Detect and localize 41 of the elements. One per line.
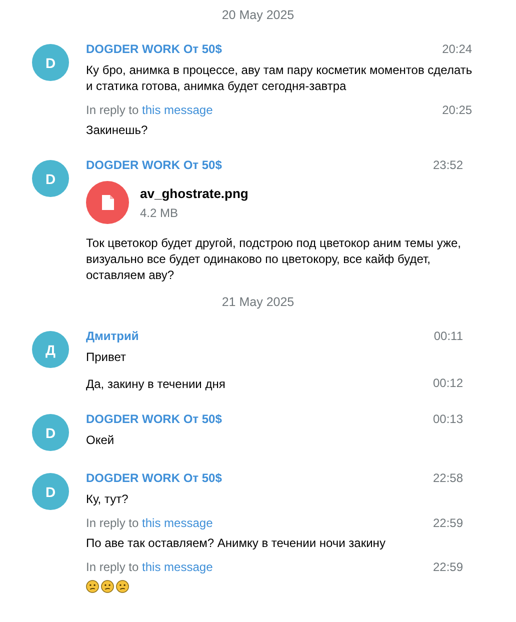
message-time: 20:25: [442, 103, 472, 117]
confused-face-icon: [101, 580, 114, 593]
reply-note: In reply to this message: [86, 515, 213, 531]
file-icon[interactable]: [86, 181, 129, 224]
message-time: 00:11: [434, 329, 463, 343]
reply-note: In reply to this message: [86, 102, 213, 118]
reply-note: In reply to this message: [86, 559, 213, 575]
message-time: 22:59: [432, 516, 463, 530]
date-separator: 21 May 2025: [222, 295, 294, 309]
message-time: 23:52: [432, 158, 463, 172]
confused-face-icon: [86, 580, 99, 593]
message-text: Ку, тут?: [86, 491, 130, 507]
message-link[interactable]: this message: [142, 560, 213, 574]
avatar: D: [32, 473, 69, 510]
message-time: 00:13: [432, 412, 463, 426]
message-text: Привет: [86, 349, 128, 365]
sender-name: DOGDER WORK От 50$: [86, 42, 222, 56]
sender-name: DOGDER WORK От 50$: [86, 158, 222, 172]
avatar: D: [32, 44, 69, 81]
file-name: av_ghostrate.png: [140, 186, 248, 200]
message-time: 22:59: [432, 560, 463, 574]
avatar: D: [32, 160, 69, 197]
message-text: Да, закину в течении дня: [86, 376, 226, 392]
message-time: 00:12: [432, 375, 463, 390]
message-text: Ток цветокор будет другой, подстрою под цветокор аним темы уже, визуально все будет одинаково по цветокору, все кайф будет, оставляем аву?: [86, 235, 462, 283]
message-link[interactable]: this message: [142, 516, 213, 530]
sender-name: Дмитрий: [86, 329, 139, 343]
confused-face-icon: [116, 580, 129, 593]
sender-name: DOGDER WORK От 50$: [86, 471, 222, 485]
avatar: D: [32, 414, 69, 451]
file-size: 4.2 MB: [140, 206, 180, 220]
message-text: Закинешь?: [86, 122, 149, 138]
message-time: 20:24: [442, 42, 472, 56]
message-time: 22:58: [432, 471, 463, 485]
date-separator: 20 May 2025: [222, 8, 294, 22]
message-text: Окей: [86, 432, 116, 448]
message-link[interactable]: this message: [142, 103, 213, 117]
message-text: По аве так оставляем? Анимку в течении ночи закину: [86, 535, 386, 551]
sender-name: DOGDER WORK От 50$: [86, 412, 222, 426]
avatar: Д: [32, 331, 69, 368]
message-text: Ку бро, анимка в процессе, аву там пару косметик моментов сделать и статика готова, анимка будет сегодня-завтра: [86, 62, 472, 94]
